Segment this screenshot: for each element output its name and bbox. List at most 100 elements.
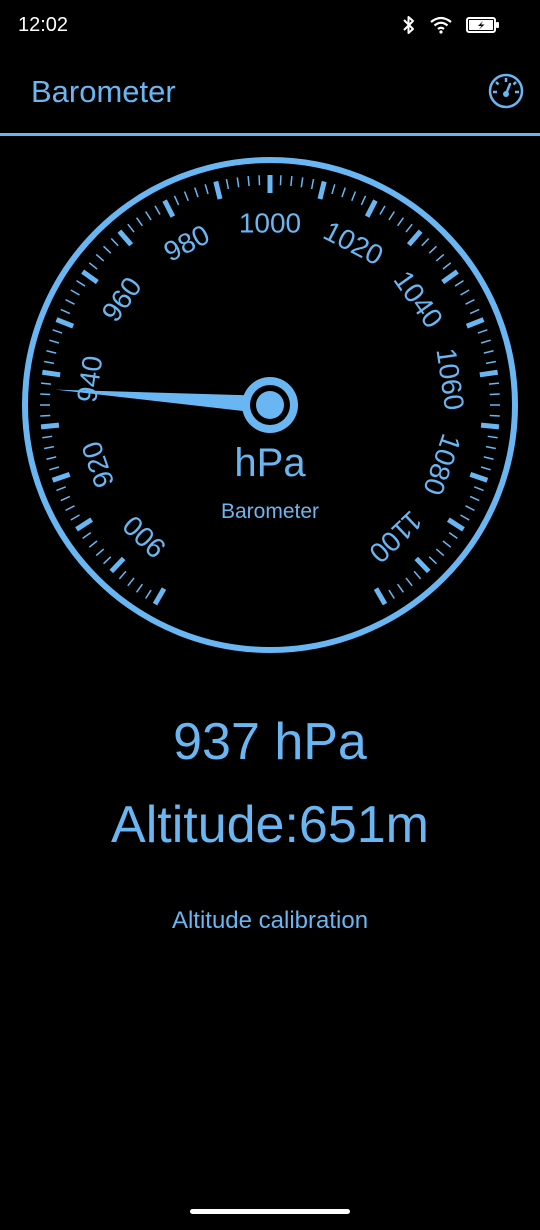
- gauge-minor-tick: [379, 205, 386, 215]
- gauge-minor-tick: [351, 191, 357, 202]
- gauge-minor-tick: [60, 308, 71, 315]
- gauge-major-tick: [152, 587, 167, 606]
- gauge-minor-tick: [290, 175, 293, 187]
- gauge-minor-tick: [428, 245, 437, 254]
- gauge-minor-tick: [145, 211, 152, 221]
- gauge-minor-tick: [488, 382, 500, 385]
- gauge-minor-tick: [88, 262, 98, 270]
- gauge-minor-tick: [127, 577, 135, 587]
- gauge-major-tick: [480, 422, 500, 430]
- gauge-title-label: Barometer: [220, 500, 320, 523]
- gauge-needle-hub-center: [256, 391, 284, 419]
- app-bar-divider: [0, 133, 540, 136]
- gauge-minor-tick: [42, 435, 53, 439]
- gauge-minor-tick: [204, 184, 209, 195]
- gauge-minor-tick: [88, 540, 98, 548]
- gauge-minor-tick: [40, 382, 52, 385]
- gauge-scale-label: 1000: [239, 207, 301, 238]
- gauge-minor-tick: [82, 532, 92, 540]
- gauge-major-tick: [41, 369, 61, 378]
- gauge-major-tick: [373, 587, 388, 606]
- gauge-minor-tick: [95, 548, 105, 557]
- gauge-minor-tick: [236, 177, 240, 188]
- gauge-minor-tick: [65, 298, 75, 305]
- gauge-minor-tick: [76, 280, 86, 287]
- gauge-minor-tick: [49, 339, 60, 344]
- gauge-minor-tick: [56, 486, 67, 492]
- gauge-minor-tick: [225, 179, 230, 190]
- gauge-minor-tick: [460, 289, 470, 296]
- gauge-scale-label: 980: [159, 219, 215, 268]
- gauge-major-tick: [40, 422, 60, 430]
- gauge-minor-tick: [469, 308, 480, 315]
- gauge-minor-tick: [331, 184, 336, 195]
- gauge-minor-tick: [44, 360, 55, 365]
- app-bar: Barometer: [0, 54, 540, 134]
- gauge-minor-tick: [448, 532, 458, 540]
- gauge-minor-tick: [483, 350, 494, 354]
- home-indicator[interactable]: [190, 1209, 350, 1214]
- gauge-minor-tick: [173, 195, 180, 206]
- gauge-major-tick: [441, 269, 459, 285]
- pressure-reading: 937 hPa: [173, 713, 367, 771]
- gauge-minor-tick: [388, 211, 395, 221]
- gauge-major-tick: [162, 199, 176, 218]
- gauge-scale-label: 1020: [319, 215, 389, 271]
- gauge-major-tick: [117, 229, 134, 247]
- gauge-minor-tick: [454, 280, 464, 287]
- gauge-minor-tick: [473, 486, 484, 492]
- gauge-major-tick: [414, 556, 431, 574]
- barometer-gauge: 900920940960980 1000 10201040106010801100: [22, 157, 518, 653]
- gauge-minor-tick: [405, 577, 413, 587]
- gauge-minor-tick: [103, 245, 112, 254]
- gauge-major-tick: [406, 229, 423, 247]
- gauge-minor-tick: [397, 217, 405, 227]
- gauge-minor-tick: [435, 253, 445, 262]
- battery-charging-icon: [466, 16, 500, 38]
- gauge-minor-tick: [95, 253, 105, 262]
- gauge-minor-tick: [397, 583, 405, 593]
- gauge-minor-tick: [360, 195, 367, 206]
- altitude-calibration-button[interactable]: Altitude calibration: [140, 896, 400, 946]
- gauge-minor-tick: [118, 570, 127, 580]
- status-bar: 12:02: [0, 0, 540, 54]
- gauge-minor-tick: [487, 435, 498, 439]
- gauge-major-tick: [109, 556, 126, 574]
- gauge-minor-tick: [405, 223, 413, 233]
- status-icons: [402, 15, 500, 40]
- bluetooth-icon: [402, 15, 416, 40]
- gauge-minor-tick: [300, 177, 304, 188]
- gauge-minor-tick: [428, 556, 437, 565]
- gauge-minor-tick: [194, 187, 199, 198]
- gauge-scale-label: 960: [95, 271, 147, 327]
- gauge-minor-tick: [442, 540, 452, 548]
- gauge-major-tick: [465, 317, 485, 329]
- gauge-minor-tick: [421, 238, 430, 247]
- gauge-major-tick: [81, 269, 99, 285]
- gauge-minor-tick: [465, 298, 475, 305]
- gauge-minor-tick: [70, 289, 80, 296]
- gauge-minor-tick: [341, 187, 346, 198]
- gauge-minor-tick: [52, 329, 63, 334]
- gauge-button[interactable]: [484, 71, 528, 115]
- gauge-major-tick: [479, 369, 499, 378]
- gauge-minor-tick: [46, 350, 57, 354]
- app-title: Barometer: [31, 74, 176, 109]
- gauge-minor-tick: [485, 360, 496, 365]
- gauge-minor-tick: [135, 217, 143, 227]
- gauge-minor-tick: [477, 329, 488, 334]
- gauge-major-tick: [364, 199, 378, 218]
- gauge-minor-tick: [135, 583, 143, 593]
- gauge-minor-tick: [145, 589, 152, 599]
- gauge-minor-tick: [154, 205, 161, 215]
- gauge-minor-tick: [435, 548, 445, 557]
- gauge-major-tick: [213, 180, 223, 200]
- gauge-major-tick: [317, 180, 327, 200]
- gauge-minor-tick: [110, 238, 119, 247]
- gauge-minor-tick: [103, 556, 112, 565]
- gauge-scale-label: 940: [71, 354, 108, 405]
- gauge-minor-tick: [480, 339, 491, 344]
- gauge-minor-tick: [388, 589, 395, 599]
- gauge-minor-tick: [127, 223, 135, 233]
- status-time: 12:02: [18, 14, 69, 36]
